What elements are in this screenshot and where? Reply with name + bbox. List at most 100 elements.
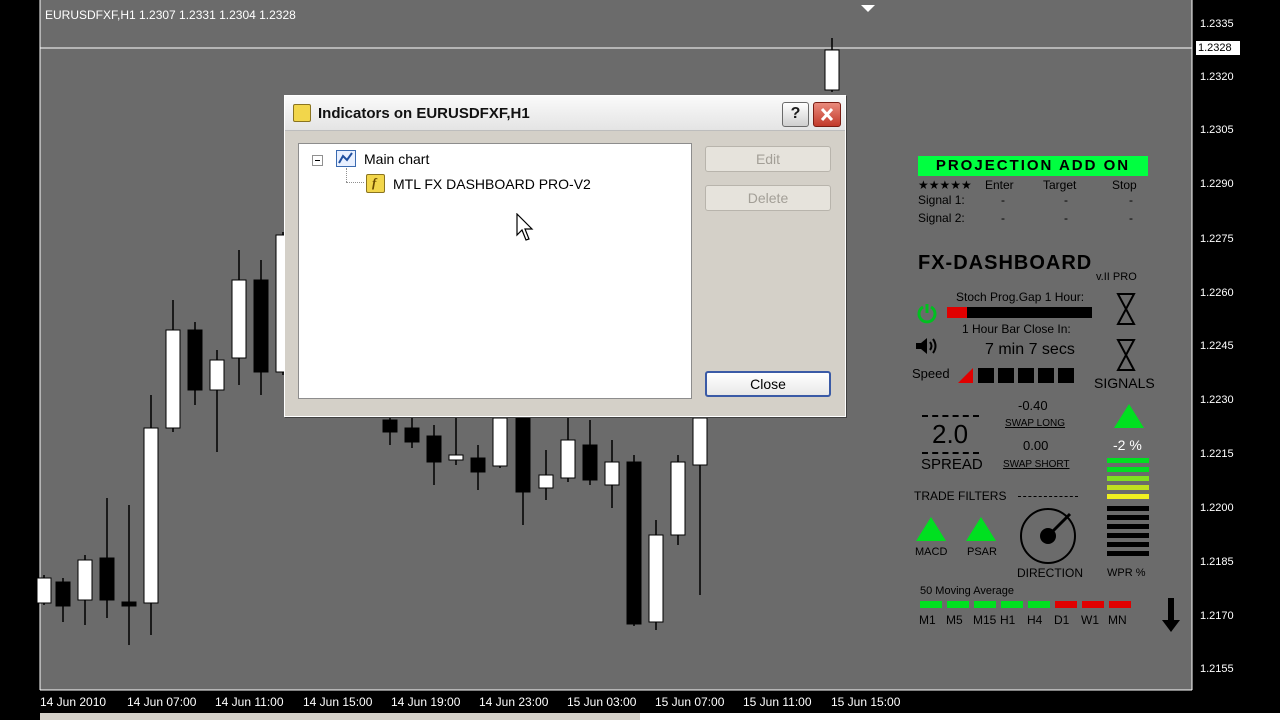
close-icon bbox=[820, 107, 834, 122]
tree-line bbox=[346, 168, 348, 182]
spread-value: 2.0 bbox=[932, 419, 969, 449]
direction-compass-icon bbox=[1018, 506, 1078, 566]
speaker-icon[interactable] bbox=[914, 336, 940, 356]
collapse-icon[interactable] bbox=[312, 155, 323, 166]
trade-filters-label: TRADE FILTERS bbox=[914, 489, 1007, 503]
stoch-label: Stoch Prog.Gap 1 Hour: bbox=[956, 290, 1085, 304]
indicators-dialog: Indicators on EURUSDFXF,H1 ? Main chart … bbox=[284, 95, 846, 417]
candle-body bbox=[121, 601, 137, 607]
candle-body bbox=[582, 444, 598, 481]
ma-timeframe-label: W1 bbox=[1081, 613, 1099, 627]
candle-body bbox=[143, 427, 159, 604]
delete-button[interactable]: Delete bbox=[705, 185, 831, 211]
dialog-titlebar[interactable]: Indicators on EURUSDFXF,H1 ? bbox=[285, 96, 845, 131]
price-tick-label: 1.2230 bbox=[1200, 394, 1234, 406]
candle-body bbox=[36, 577, 52, 604]
tree-item-indicator[interactable]: MTL FX DASHBOARD PRO-V2 bbox=[393, 176, 591, 192]
price-tick-label: 1.2245 bbox=[1200, 340, 1234, 352]
proj-target-header: Target bbox=[1043, 178, 1077, 192]
signal2-label: Signal 2: bbox=[918, 211, 965, 225]
signal1-label: Signal 1: bbox=[918, 193, 965, 207]
time-tick-label: 15 Jun 07:00 bbox=[655, 695, 725, 709]
mouse-cursor-icon bbox=[516, 212, 536, 243]
time-tick-label: 14 Jun 07:00 bbox=[127, 695, 197, 709]
psar-label: PSAR bbox=[967, 546, 997, 558]
stoch-bar-fill bbox=[947, 307, 967, 318]
help-button[interactable]: ? bbox=[782, 102, 809, 127]
signal1-target: - bbox=[1064, 193, 1068, 207]
power-icon[interactable] bbox=[916, 302, 938, 324]
price-tick-label: 1.2335 bbox=[1200, 18, 1234, 30]
dashboard-logo: FX-DASHBOARD bbox=[918, 252, 1093, 274]
macd-up-arrow-icon bbox=[916, 517, 946, 541]
hourglass-icon bbox=[1116, 292, 1136, 326]
bar-close-value: 7 min 7 secs bbox=[985, 341, 1075, 358]
ma-timeframe-label: M5 bbox=[946, 613, 963, 627]
candle-body bbox=[515, 414, 531, 493]
time-tick-label: 14 Jun 11:00 bbox=[215, 695, 284, 709]
indicator-tree[interactable]: Main chart f MTL FX DASHBOARD PRO-V2 bbox=[298, 143, 692, 399]
candle-body bbox=[209, 359, 225, 391]
candle-body bbox=[604, 461, 620, 486]
time-tick-label: 14 Jun 23:00 bbox=[479, 695, 549, 709]
ma-timeframe-bar bbox=[1001, 601, 1023, 608]
candle-body bbox=[187, 329, 203, 391]
ma-timeframe-bar bbox=[974, 601, 996, 608]
time-tick-label: 15 Jun 03:00 bbox=[567, 695, 637, 709]
ma-timeframe-label: H1 bbox=[1000, 613, 1016, 627]
time-tick-label: 15 Jun 15:00 bbox=[831, 695, 901, 709]
candle-body bbox=[670, 461, 686, 536]
edit-button[interactable]: Edit bbox=[705, 146, 831, 172]
candle-body bbox=[404, 427, 420, 443]
indicator-function-icon: f bbox=[366, 174, 385, 193]
projection-header: PROJECTION ADD ON bbox=[918, 156, 1148, 176]
swap-long-value: -0.40 bbox=[1018, 398, 1048, 413]
close-button[interactable]: Close bbox=[705, 371, 831, 397]
ma-timeframe-bar bbox=[1109, 601, 1131, 608]
close-window-button[interactable] bbox=[813, 102, 841, 127]
candle-body bbox=[648, 534, 664, 623]
signal1-stop: - bbox=[1129, 193, 1133, 207]
candle-body bbox=[560, 439, 576, 479]
proj-enter-header: Enter bbox=[985, 178, 1014, 192]
candle-body bbox=[470, 457, 486, 473]
bar-close-label: 1 Hour Bar Close In: bbox=[962, 322, 1071, 336]
candle-body bbox=[77, 559, 93, 601]
dialog-title: Indicators on EURUSDFXF,H1 bbox=[318, 105, 530, 122]
tree-line bbox=[346, 182, 364, 184]
candle-body bbox=[253, 279, 269, 373]
candle-body bbox=[492, 417, 508, 467]
spread-label: SPREAD bbox=[921, 456, 983, 473]
candle-body bbox=[448, 454, 464, 461]
speed-label: Speed bbox=[912, 366, 950, 381]
candle-body bbox=[231, 279, 247, 359]
ma-timeframe-label: MN bbox=[1108, 613, 1127, 627]
time-tick-label: 14 Jun 2010 bbox=[40, 695, 107, 709]
candle-body bbox=[99, 557, 115, 601]
candle-body bbox=[692, 417, 708, 466]
chart-title: EURUSDFXF,H1 1.2307 1.2331 1.2304 1.2328 bbox=[45, 8, 296, 22]
stoch-bar bbox=[947, 307, 1092, 318]
proj-stop-header: Stop bbox=[1112, 178, 1137, 192]
ma-timeframe-bar bbox=[947, 601, 969, 608]
direction-label: DIRECTION bbox=[1017, 566, 1083, 580]
ma-timeframe-bar bbox=[1028, 601, 1050, 608]
signals-label: SIGNALS bbox=[1094, 375, 1155, 391]
speed-meter bbox=[958, 367, 1076, 384]
price-tick-label: 1.2215 bbox=[1200, 448, 1234, 460]
ma-label: 50 Moving Average bbox=[920, 585, 1014, 597]
current-price-label: 1.2328 bbox=[1196, 41, 1240, 55]
price-tick-label: 1.2155 bbox=[1200, 663, 1234, 675]
ma-timeframe-label: M15 bbox=[973, 613, 997, 627]
macd-label: MACD bbox=[915, 546, 948, 558]
time-tick-label: 14 Jun 15:00 bbox=[303, 695, 373, 709]
signal2-enter: - bbox=[1001, 211, 1005, 225]
psar-up-arrow-icon bbox=[966, 517, 996, 541]
candle-body bbox=[626, 461, 642, 625]
projection-stars: ★★★★★ bbox=[918, 178, 972, 192]
candle-body bbox=[382, 419, 398, 433]
indicator-window-icon bbox=[293, 104, 311, 122]
tree-item-main-chart[interactable]: Main chart bbox=[364, 151, 429, 167]
swap-short-value: 0.00 bbox=[1023, 438, 1049, 453]
time-tick-label: 15 Jun 11:00 bbox=[743, 695, 812, 709]
